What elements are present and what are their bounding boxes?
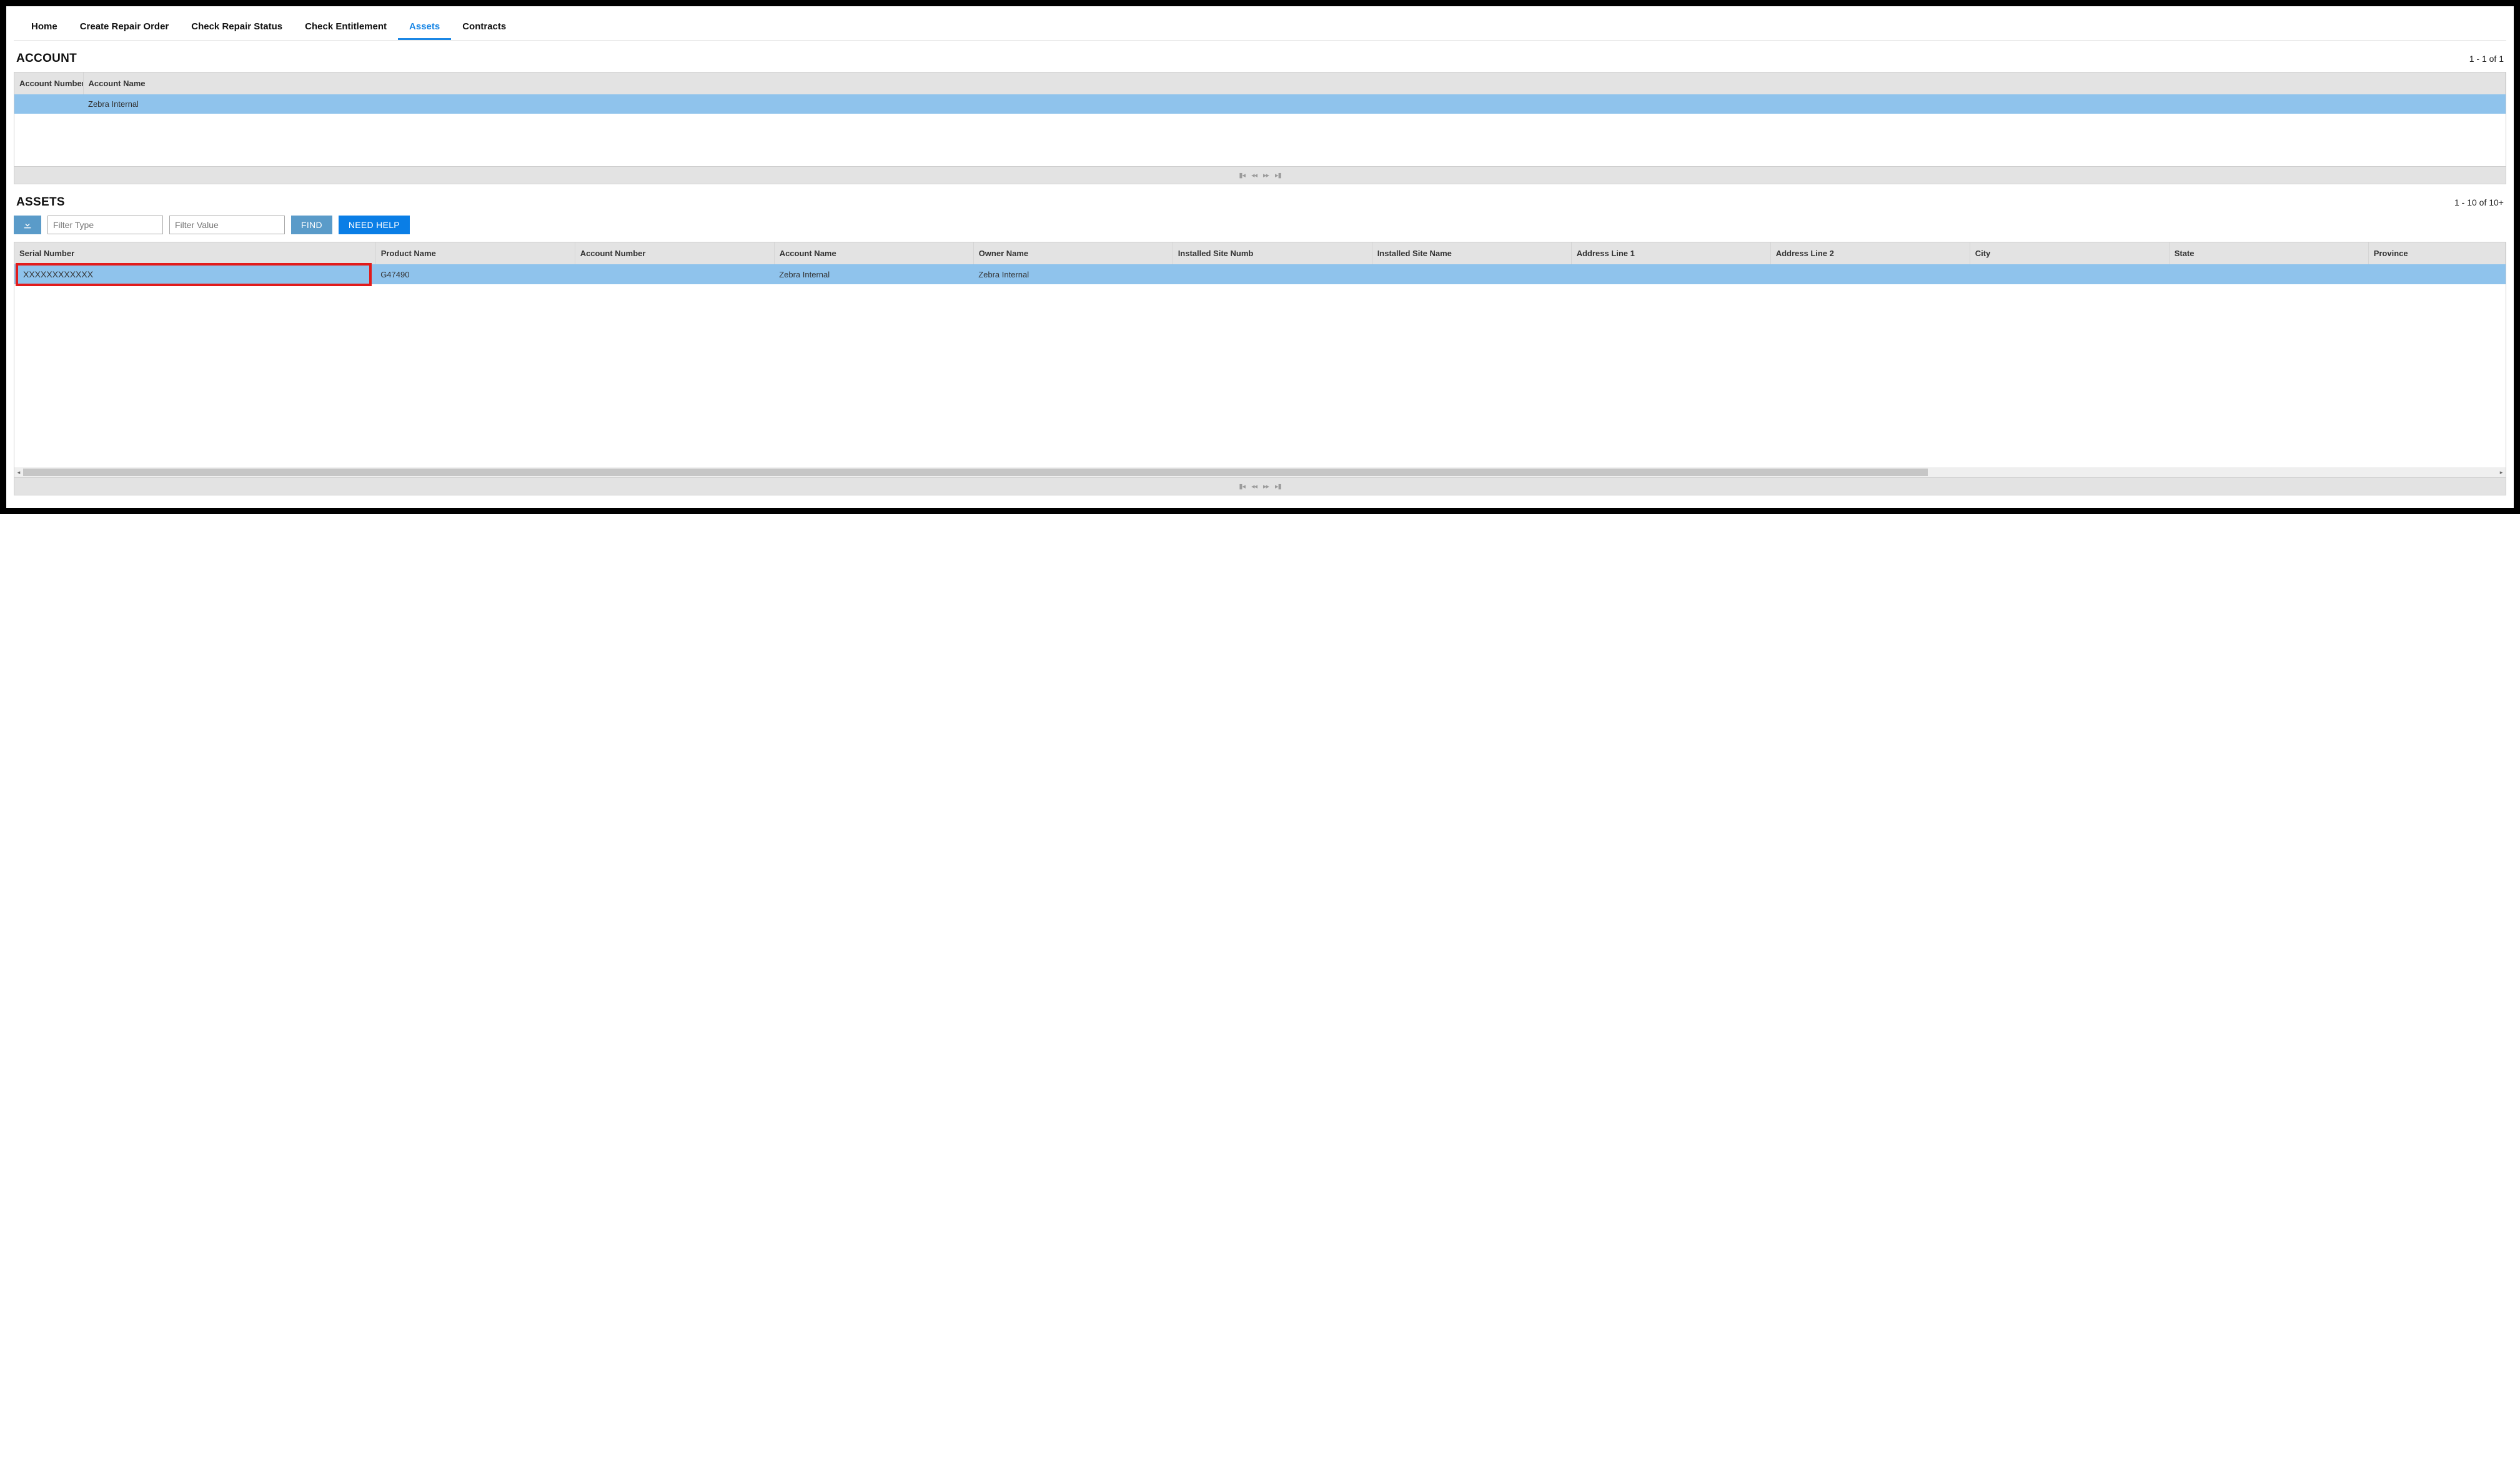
assets-table-body: Serial Number Product Name Account Numbe… [14, 242, 2506, 467]
tab-check-repair-status[interactable]: Check Repair Status [180, 16, 294, 40]
account-col-name[interactable]: Account Name [83, 72, 2506, 94]
assets-col-state[interactable]: State [2169, 242, 2368, 264]
scroll-thumb[interactable] [23, 469, 1928, 476]
pager-prev-icon[interactable]: ◂◂ [1251, 482, 1257, 490]
assets-cell-province [2368, 264, 2505, 284]
assets-table: Serial Number Product Name Account Numbe… [14, 242, 2506, 284]
assets-cell-acct-name: Zebra Internal [774, 264, 973, 284]
assets-cell-site-name [1372, 264, 1571, 284]
assets-cell-acct-num [575, 264, 774, 284]
account-pager: ▮◂ ◂◂ ▸▸ ▸▮ [14, 166, 2506, 184]
account-table: Account Number Account Name Zebra Intern… [14, 72, 2506, 114]
account-table-body: Account Number Account Name Zebra Intern… [14, 72, 2506, 166]
assets-pager: ▮◂ ◂◂ ▸▸ ▸▮ [14, 477, 2506, 495]
account-title: ACCOUNT [16, 52, 77, 66]
app-frame: Home Create Repair Order Check Repair St… [0, 0, 2520, 514]
assets-cell-serial: XXXXXXXXXXXX [14, 264, 375, 284]
pager-last-icon[interactable]: ▸▮ [1275, 482, 1281, 490]
assets-col-addr1[interactable]: Address Line 1 [1571, 242, 1770, 264]
assets-cell-owner: Zebra Internal [973, 264, 1173, 284]
pager-last-icon[interactable]: ▸▮ [1275, 171, 1281, 179]
filter-type-combo[interactable]: ▾ [47, 216, 163, 234]
assets-cell-addr2 [1770, 264, 1970, 284]
assets-toolbar: ▾ FIND NEED HELP [14, 216, 2506, 234]
assets-col-serial[interactable]: Serial Number [14, 242, 375, 264]
account-cell-number [14, 94, 83, 114]
pager-first-icon[interactable]: ▮◂ [1239, 171, 1245, 179]
assets-col-site-name[interactable]: Installed Site Name [1372, 242, 1571, 264]
tab-check-entitlement[interactable]: Check Entitlement [294, 16, 398, 40]
assets-row[interactable]: XXXXXXXXXXXX G47490 Zebra Internal Zebra… [14, 264, 2506, 284]
scroll-right-icon[interactable]: ▸ [2497, 467, 2506, 477]
account-header: ACCOUNT 1 - 1 of 1 [14, 52, 2506, 72]
filter-value-input[interactable] [169, 216, 285, 234]
account-section: ACCOUNT 1 - 1 of 1 Account Number Accoun… [14, 52, 2506, 184]
assets-col-owner[interactable]: Owner Name [973, 242, 1173, 264]
assets-header: ASSETS 1 - 10 of 10+ [14, 196, 2506, 216]
need-help-button[interactable]: NEED HELP [339, 216, 410, 234]
assets-col-product[interactable]: Product Name [375, 242, 575, 264]
download-button[interactable] [14, 216, 41, 234]
assets-title: ASSETS [16, 196, 65, 209]
tab-contracts[interactable]: Contracts [451, 16, 517, 40]
tab-create-repair-order[interactable]: Create Repair Order [69, 16, 181, 40]
tab-assets[interactable]: Assets [398, 16, 451, 40]
pager-next-icon[interactable]: ▸▸ [1263, 171, 1269, 179]
assets-section: ASSETS 1 - 10 of 10+ ▾ FIND NEED HELP [14, 196, 2506, 495]
assets-panel: Serial Number Product Name Account Numbe… [14, 242, 2506, 495]
assets-cell-addr1 [1571, 264, 1770, 284]
assets-col-city[interactable]: City [1970, 242, 2169, 264]
account-count: 1 - 1 of 1 [2469, 54, 2504, 64]
assets-cell-city [1970, 264, 2169, 284]
find-button[interactable]: FIND [291, 216, 332, 234]
scroll-left-icon[interactable]: ◂ [14, 467, 23, 477]
account-cell-name: Zebra Internal [83, 94, 2506, 114]
assets-col-site-num[interactable]: Installed Site Numb [1173, 242, 1372, 264]
tab-home[interactable]: Home [20, 16, 69, 40]
assets-count: 1 - 10 of 10+ [2454, 197, 2504, 207]
assets-cell-site-num [1173, 264, 1372, 284]
assets-h-scrollbar[interactable]: ◂ ▸ [14, 467, 2506, 477]
assets-cell-product: G47490 [375, 264, 575, 284]
assets-cell-state [2169, 264, 2368, 284]
assets-col-province[interactable]: Province [2368, 242, 2505, 264]
pager-first-icon[interactable]: ▮◂ [1239, 482, 1245, 490]
download-icon [22, 220, 32, 230]
account-col-number[interactable]: Account Number [14, 72, 83, 94]
pager-next-icon[interactable]: ▸▸ [1263, 482, 1269, 490]
assets-col-addr2[interactable]: Address Line 2 [1770, 242, 1970, 264]
assets-col-acct-name[interactable]: Account Name [774, 242, 973, 264]
assets-col-acct-num[interactable]: Account Number [575, 242, 774, 264]
scroll-track[interactable] [23, 469, 2497, 476]
account-panel: Account Number Account Name Zebra Intern… [14, 72, 2506, 184]
pager-prev-icon[interactable]: ◂◂ [1251, 171, 1257, 179]
account-row[interactable]: Zebra Internal [14, 94, 2506, 114]
nav-tabs: Home Create Repair Order Check Repair St… [14, 12, 2506, 41]
filter-type-input[interactable] [48, 216, 171, 234]
